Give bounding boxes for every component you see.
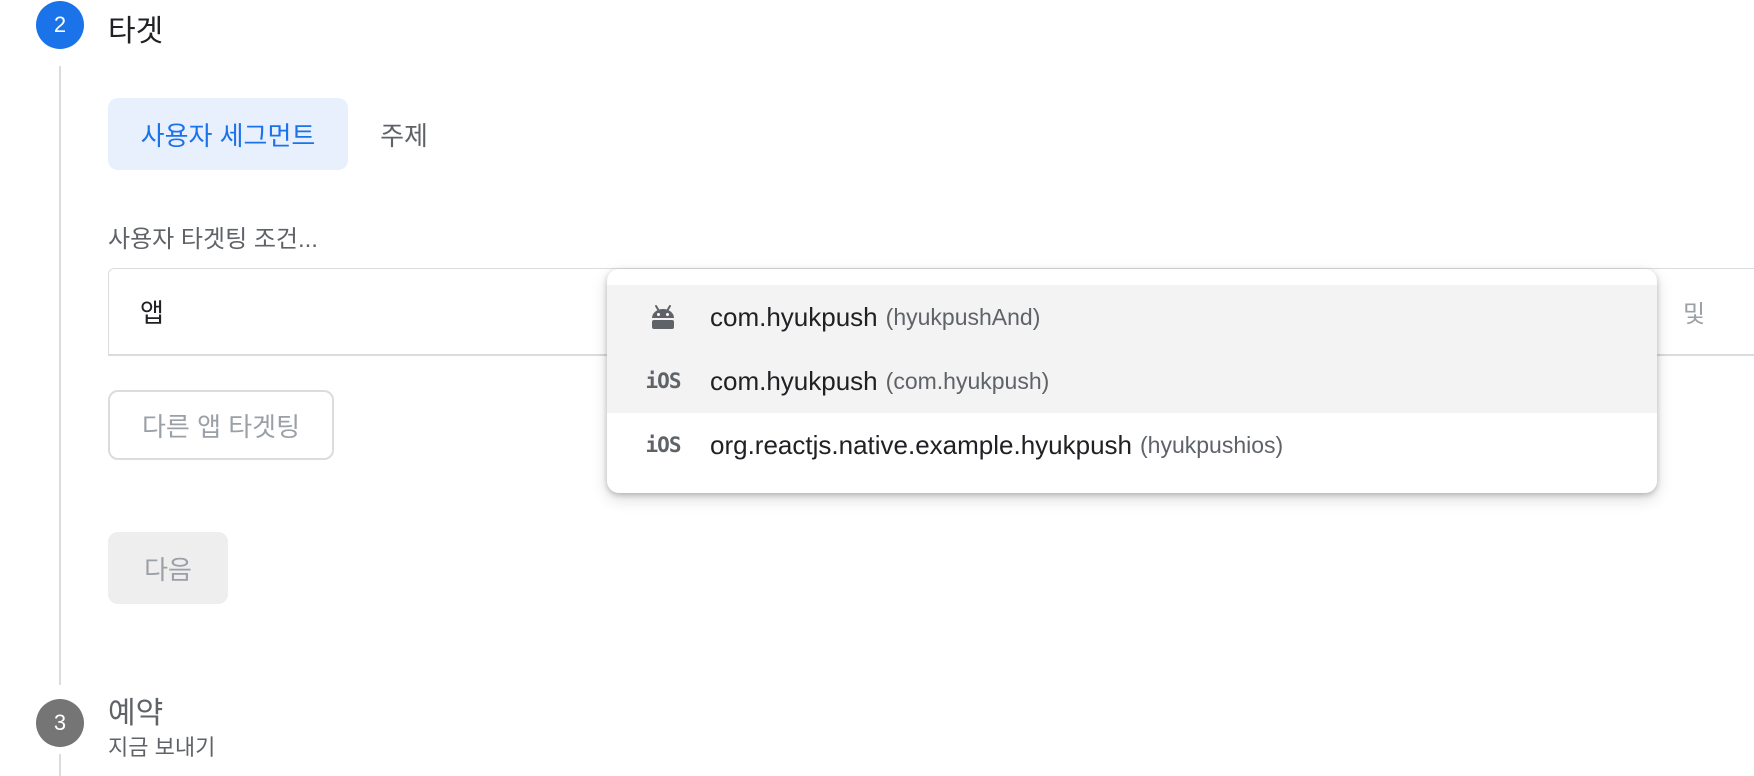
app-option-nickname: (hyukpushAnd) [885, 303, 1041, 330]
step-number-badge: 2 [36, 1, 84, 49]
android-icon [645, 285, 681, 349]
app-select-dropdown: com.hyukpush (hyukpushAnd) iOS com.hyukp… [607, 269, 1657, 493]
targeting-conditions-label: 사용자 타겟팅 조건... [108, 226, 318, 253]
app-field-label[interactable]: 앱 [140, 269, 164, 353]
tab-user-segment[interactable]: 사용자 세그먼트 [108, 98, 348, 170]
target-another-app-button[interactable]: 다른 앱 타겟팅 [108, 390, 334, 460]
app-option[interactable]: iOS com.hyukpush (com.hyukpush) [607, 349, 1657, 413]
ios-icon: iOS [645, 433, 682, 457]
step-connector-line [59, 66, 61, 685]
app-option-name: com.hyukpush [710, 301, 878, 332]
step-number-badge: 3 [36, 699, 84, 747]
and-button[interactable]: 및 [1683, 269, 1705, 353]
step-title[interactable]: 예약 [108, 688, 163, 732]
app-option-nickname: (hyukpushios) [1140, 431, 1284, 458]
step-subtitle: 지금 보내기 [108, 735, 216, 760]
app-option-nickname: (com.hyukpush) [885, 367, 1050, 394]
app-option-name: com.hyukpush [710, 365, 878, 396]
tab-topic[interactable]: 주제 [370, 98, 438, 170]
app-option[interactable]: iOS org.reactjs.native.example.hyukpush … [607, 413, 1657, 477]
campaign-editor: 2 타겟 사용자 세그먼트 주제 사용자 타겟팅 조건... 앱 및 다른 앱 … [0, 0, 1754, 776]
app-option[interactable]: com.hyukpush (hyukpushAnd) [607, 285, 1657, 349]
step-connector-line [59, 754, 61, 776]
next-button[interactable]: 다음 [108, 532, 228, 604]
ios-icon: iOS [645, 369, 682, 393]
app-option-name: org.reactjs.native.example.hyukpush [710, 429, 1133, 460]
step-title[interactable]: 타겟 [108, 6, 163, 50]
